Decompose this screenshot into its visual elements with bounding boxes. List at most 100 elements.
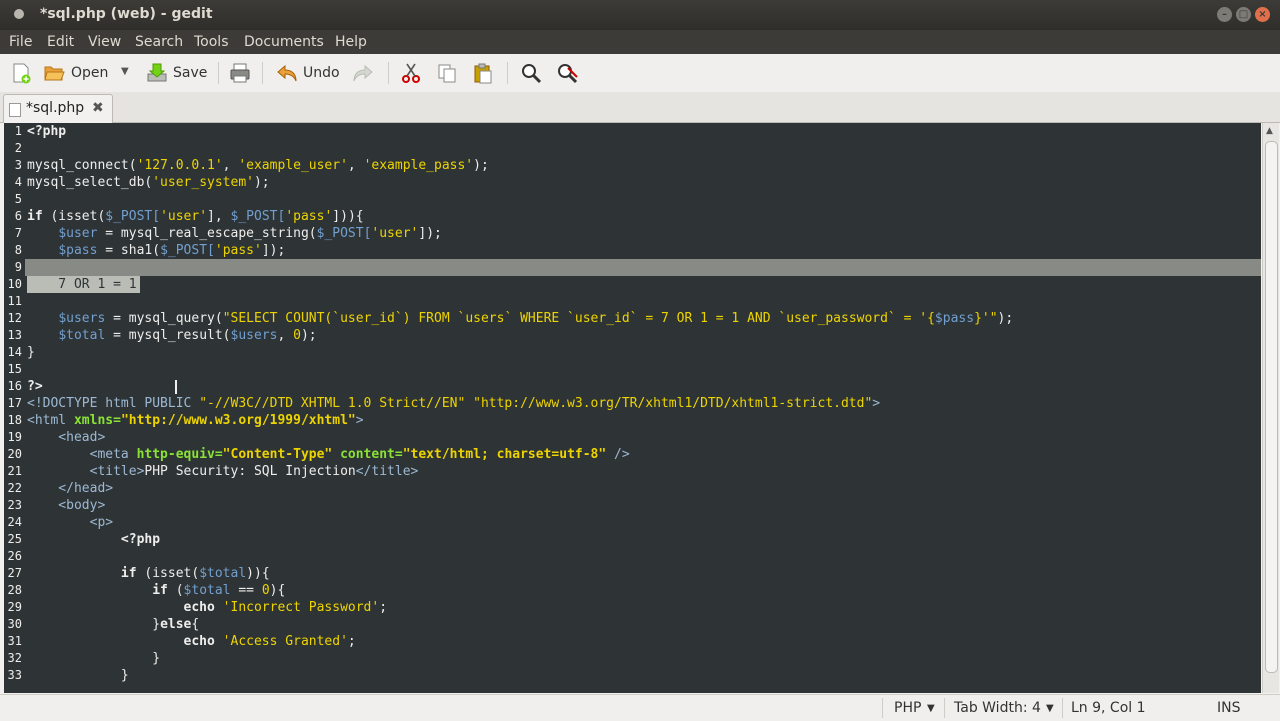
- undo-button[interactable]: Undo: [275, 61, 345, 85]
- code-token: $_POST[: [316, 226, 372, 241]
- code-line-1: <?php: [27, 123, 66, 140]
- line-number-gutter: 1 2 3 4 5 6 7 8 9 10 11 12 13 14 15 16 17 18 19 20 21 22 23 24 2…: [4, 123, 25, 693]
- line-number: 16: [7, 379, 22, 393]
- line-number: 25: [7, 532, 22, 546]
- window-title: *sql.php (web) - gedit: [40, 6, 213, 22]
- code-token: 'pass': [214, 243, 262, 258]
- minimize-icon[interactable]: –: [1217, 7, 1232, 22]
- code-token: http-equiv=: [136, 447, 223, 462]
- line-number: 5: [14, 192, 22, 206]
- code-line-22: </head>: [27, 481, 114, 496]
- menu-tools[interactable]: Tools: [194, 34, 229, 50]
- code-token: $users: [58, 311, 106, 326]
- code-token: ]);: [418, 226, 442, 241]
- open-dropdown-icon[interactable]: ▼: [121, 66, 129, 77]
- tab-width-selector[interactable]: Tab Width: 4: [954, 700, 1041, 716]
- line-number: 9: [14, 260, 22, 274]
- new-document-icon[interactable]: [10, 62, 32, 84]
- cursor-position: Ln 9, Col 1: [1071, 700, 1146, 716]
- code-line-19: <head>: [27, 430, 106, 445]
- menu-documents[interactable]: Documents: [244, 34, 324, 50]
- menu-file[interactable]: File: [9, 34, 32, 50]
- code-line-13: $total = mysql_result($users, 0);: [27, 327, 317, 344]
- language-dropdown-icon[interactable]: ▼: [927, 703, 935, 714]
- code-token: $pass: [934, 311, 975, 326]
- tab-close-icon[interactable]: ✖: [92, 100, 104, 116]
- language-selector[interactable]: PHP: [894, 700, 921, 716]
- code-token: $users: [230, 328, 278, 343]
- line-number: 3: [14, 158, 22, 172]
- code-line-30: }else{: [27, 616, 199, 633]
- maximize-icon[interactable]: □: [1236, 7, 1251, 22]
- code-token: 'Incorrect Password': [222, 600, 380, 615]
- line-number: 27: [7, 566, 22, 580]
- scrollbar-thumb[interactable]: [1265, 141, 1278, 673]
- tab-sql-php[interactable]: *sql.php ✖: [3, 94, 113, 123]
- line-number: 11: [7, 294, 22, 308]
- code-token: echo: [27, 600, 215, 615]
- copy-icon[interactable]: [436, 62, 458, 84]
- code-line-12: $users = mysql_query("SELECT COUNT(`user…: [27, 310, 1013, 327]
- code-token: $pass: [58, 243, 98, 258]
- code-token: content=: [332, 447, 403, 462]
- code-token: ])){: [332, 209, 364, 224]
- code-token: }'": [974, 311, 998, 326]
- redo-icon[interactable]: [352, 62, 374, 84]
- code-token: 'user_system': [152, 175, 254, 190]
- cut-icon[interactable]: [400, 62, 422, 84]
- code-token: );: [997, 311, 1014, 326]
- save-button[interactable]: Save: [144, 61, 210, 85]
- code-token: >: [872, 396, 881, 411]
- code-token: "text/html; charset=utf-8": [402, 447, 607, 462]
- code-token: xmlns=: [73, 413, 121, 428]
- menu-view[interactable]: View: [88, 34, 121, 50]
- code-token: );: [300, 328, 317, 343]
- tab-label: *sql.php: [26, 100, 85, 116]
- line-number: 1: [14, 124, 22, 138]
- code-editor[interactable]: 1 2 3 4 5 6 7 8 9 10 11 12 13 14 15 16 17 18 19 20 21 22 23 24 2…: [4, 123, 1261, 693]
- insert-mode: INS: [1217, 700, 1241, 716]
- code-token: </title>: [355, 464, 419, 479]
- status-separator: [1062, 698, 1063, 718]
- menu-search[interactable]: Search: [135, 34, 183, 50]
- status-bar: PHP ▼ Tab Width: 4 ▼ Ln 9, Col 1 INS: [0, 694, 1280, 721]
- code-line-20: <meta http-equiv="Content-Type" content=…: [27, 446, 630, 463]
- paste-icon[interactable]: [472, 62, 494, 84]
- line-number: 13: [7, 328, 22, 342]
- menu-help[interactable]: Help: [335, 34, 367, 50]
- code-token: (: [167, 583, 184, 598]
- code-token: (isset(: [42, 209, 106, 224]
- line-number: 31: [7, 634, 22, 648]
- code-line-29: echo 'Incorrect Password';: [27, 599, 388, 616]
- find-replace-icon[interactable]: [556, 62, 578, 84]
- scroll-up-icon[interactable]: ▲: [1266, 126, 1273, 136]
- print-icon[interactable]: [229, 62, 251, 84]
- code-line-17: <!DOCTYPE html PUBLIC "-//W3C//DTD XHTML…: [27, 395, 880, 412]
- line-number: 10: [7, 277, 22, 291]
- menu-edit[interactable]: Edit: [47, 34, 74, 50]
- code-token: />: [606, 447, 630, 462]
- code-token: 0: [261, 583, 270, 598]
- close-icon[interactable]: ×: [1255, 7, 1270, 22]
- window-menu-icon[interactable]: [14, 9, 24, 19]
- code-line-16: ?>: [27, 379, 43, 394]
- code-token: else: [160, 617, 192, 632]
- line-number: 15: [7, 362, 22, 376]
- code-line-4: mysql_select_db('user_system');: [27, 174, 270, 191]
- line-number: 21: [7, 464, 22, 478]
- code-token: mysql_select_db(: [27, 175, 153, 190]
- code-token: ],: [207, 209, 231, 224]
- code-token: 'Access Granted': [222, 634, 348, 649]
- save-label: Save: [173, 65, 208, 81]
- code-line-14: }: [27, 345, 35, 360]
- code-token: $user: [58, 226, 98, 241]
- tab-width-dropdown-icon[interactable]: ▼: [1046, 703, 1054, 714]
- vertical-scrollbar[interactable]: ▲: [1262, 123, 1279, 693]
- code-token: ==: [230, 583, 262, 598]
- line-number: 6: [14, 209, 22, 223]
- code-token: if: [27, 209, 43, 224]
- line-number: 30: [7, 617, 22, 631]
- search-icon[interactable]: [520, 62, 542, 84]
